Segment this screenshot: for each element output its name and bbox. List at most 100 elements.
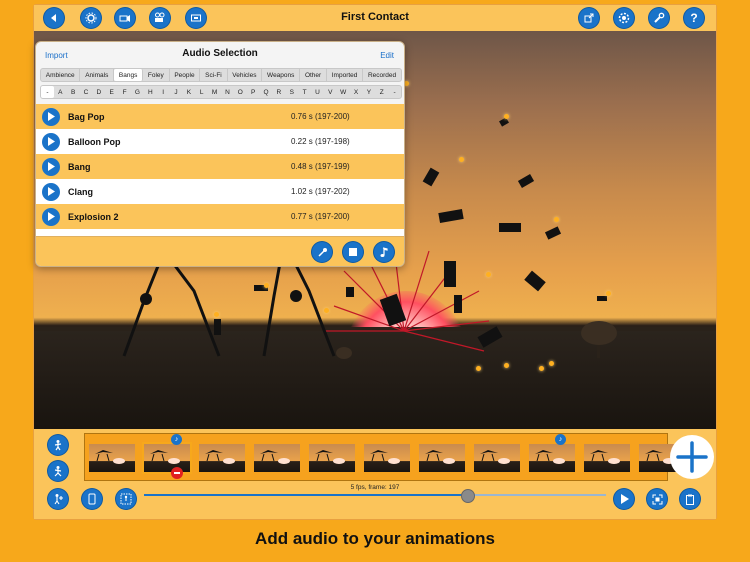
- settings-icon[interactable]: [614, 8, 634, 28]
- help-icon[interactable]: ?: [684, 8, 704, 28]
- sound-row[interactable]: Bang 0.48 s (197-199): [36, 154, 404, 179]
- film-frame[interactable]: [529, 444, 575, 472]
- film-frame[interactable]: [419, 444, 465, 472]
- debris: [214, 319, 221, 335]
- sound-list: Bag Pop 0.76 s (197-200) Balloon Pop 0.22 s…: [36, 104, 404, 236]
- category-tab-vehicles[interactable]: Vehicles: [228, 69, 263, 81]
- category-tab-ambience[interactable]: Ambience: [41, 69, 81, 81]
- letter-index-item[interactable]: S: [285, 86, 298, 98]
- frame-slider-knob[interactable]: [461, 489, 476, 503]
- clipboard-icon[interactable]: [680, 489, 700, 509]
- sound-row[interactable]: Clang 1.02 s (197-202): [36, 179, 404, 204]
- top-toolbar: First Contact ?: [34, 5, 716, 31]
- film-frame[interactable]: [309, 444, 355, 472]
- category-tab-foley[interactable]: Foley: [143, 69, 170, 81]
- sound-row[interactable]: Explosion 2 0.77 s (197-200): [36, 204, 404, 229]
- letter-index-item[interactable]: B: [67, 86, 80, 98]
- letter-index-item[interactable]: D: [92, 86, 105, 98]
- letter-index-item[interactable]: E: [105, 86, 118, 98]
- figure-add-icon[interactable]: [48, 489, 68, 509]
- category-tab-other[interactable]: Other: [300, 69, 327, 81]
- figure-icon[interactable]: [48, 461, 68, 481]
- letter-index-item[interactable]: H: [144, 86, 157, 98]
- sound-name: Bang: [68, 161, 91, 172]
- timeline-area: ♪ ♪ 5 fps, frame: 197: [34, 429, 716, 519]
- film-frame[interactable]: [364, 444, 410, 472]
- frame-status: 5 fps, frame: 197: [350, 484, 400, 491]
- letter-index-item[interactable]: J: [170, 86, 183, 98]
- letter-index-item[interactable]: P: [247, 86, 260, 98]
- panel-header: Import Audio Selection Edit: [36, 42, 404, 64]
- letter-index-item[interactable]: U: [311, 86, 324, 98]
- sound-row[interactable]: Balloon Pop 0.22 s (197-198): [36, 129, 404, 154]
- letter-index-item[interactable]: F: [118, 86, 131, 98]
- letter-index-item[interactable]: N: [221, 86, 234, 98]
- letter-index-item[interactable]: K: [182, 86, 195, 98]
- letter-index-item[interactable]: T: [298, 86, 311, 98]
- wrench-icon[interactable]: [649, 8, 669, 28]
- letter-index-item[interactable]: R: [272, 86, 285, 98]
- letter-index-item[interactable]: Z: [375, 86, 388, 98]
- letter-index-item[interactable]: X: [350, 86, 363, 98]
- letter-index-item[interactable]: V: [324, 86, 337, 98]
- sound-name: Clang: [68, 186, 94, 197]
- music-note-icon[interactable]: [374, 242, 394, 262]
- film-frame[interactable]: [89, 444, 135, 472]
- play-icon[interactable]: [42, 132, 60, 151]
- play-icon[interactable]: [42, 107, 60, 126]
- figure-select-icon[interactable]: [116, 489, 136, 509]
- category-tab-imported[interactable]: Imported: [327, 69, 364, 81]
- filmstrip[interactable]: ♪ ♪: [84, 433, 685, 481]
- letter-index: -ABCDEFGHIJKLMNOPQRSTUVWXYZ-: [40, 85, 402, 99]
- play-icon[interactable]: [42, 157, 60, 176]
- fullscreen-icon[interactable]: [647, 489, 667, 509]
- sound-duration: 0.48 s (197-199): [291, 162, 350, 171]
- sound-row[interactable]: Bag Pop 0.76 s (197-200): [36, 104, 404, 129]
- stop-icon[interactable]: [343, 242, 363, 262]
- film-frame[interactable]: [584, 444, 630, 472]
- letter-index-item[interactable]: Q: [260, 86, 273, 98]
- export-icon[interactable]: [579, 8, 599, 28]
- letter-index-item[interactable]: Y: [362, 86, 375, 98]
- film-frame[interactable]: [254, 444, 300, 472]
- category-tab-recorded[interactable]: Recorded: [363, 69, 401, 81]
- category-tab-sci-fi[interactable]: Sci-Fi: [200, 69, 228, 81]
- caption: Add audio to your animations: [255, 529, 495, 548]
- letter-index-item[interactable]: W: [337, 86, 350, 98]
- sound-duration: 0.22 s (197-198): [291, 137, 350, 146]
- category-tab-weapons[interactable]: Weapons: [262, 69, 301, 81]
- microphone-icon[interactable]: [312, 242, 332, 262]
- plus-icon: [676, 441, 708, 473]
- debris: [597, 296, 607, 301]
- letter-index-item[interactable]: A: [54, 86, 67, 98]
- category-tab-bangs[interactable]: Bangs: [114, 69, 144, 81]
- category-tab-people[interactable]: People: [170, 69, 201, 81]
- letter-index-item[interactable]: C: [80, 86, 93, 98]
- delete-frame-icon[interactable]: [171, 467, 183, 479]
- onion-skin-icon[interactable]: [48, 435, 68, 455]
- film-frame[interactable]: [142, 442, 192, 474]
- play-icon[interactable]: [614, 489, 634, 509]
- spark: [504, 363, 509, 368]
- film-frame[interactable]: [199, 444, 245, 472]
- film-frame[interactable]: [474, 444, 520, 472]
- panel-title: Audio Selection: [182, 48, 258, 59]
- play-icon[interactable]: [42, 182, 60, 201]
- spark: [264, 283, 269, 288]
- sound-name: Bag Pop: [68, 111, 105, 122]
- category-tab-animals[interactable]: Animals: [80, 69, 115, 81]
- letter-index-item[interactable]: -: [41, 86, 54, 98]
- letter-index-item[interactable]: O: [234, 86, 247, 98]
- sound-duration: 0.77 s (197-200): [291, 212, 350, 221]
- letter-index-item[interactable]: L: [195, 86, 208, 98]
- letter-index-item[interactable]: I: [157, 86, 170, 98]
- letter-index-item[interactable]: M: [208, 86, 221, 98]
- audio-selection-panel: Import Audio Selection Edit Ambience Anim…: [35, 41, 405, 267]
- letter-index-item[interactable]: -: [388, 86, 401, 98]
- play-icon[interactable]: [42, 207, 60, 226]
- letter-index-item[interactable]: G: [131, 86, 144, 98]
- phone-frame-icon[interactable]: [82, 489, 102, 509]
- debris: [444, 261, 456, 287]
- add-frame-button[interactable]: [670, 435, 714, 479]
- edit-button[interactable]: Edit: [380, 51, 394, 60]
